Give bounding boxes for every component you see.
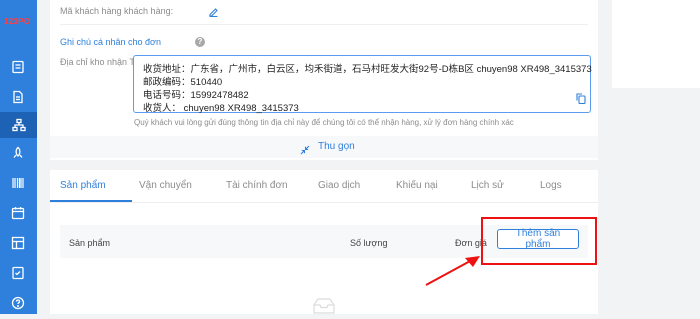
- copy-icon[interactable]: [576, 91, 586, 109]
- tab-logs[interactable]: Logs: [540, 180, 562, 191]
- highlight-box: [481, 217, 597, 265]
- tabs-divider: [50, 202, 598, 203]
- customer-code-label: Mã khách hàng khách hàng:: [60, 6, 174, 16]
- collapse-label: Thu gọn: [318, 141, 355, 152]
- edit-pencil-icon[interactable]: [208, 4, 219, 22]
- grid-icon[interactable]: [10, 235, 26, 251]
- tab-order-finance[interactable]: Tài chính đơn: [226, 180, 288, 191]
- sidebar: 123PO: [0, 0, 37, 314]
- checklist-icon[interactable]: [10, 265, 26, 281]
- divider: [60, 24, 588, 25]
- column-header-quantity: Số lượng: [350, 238, 388, 248]
- help-icon[interactable]: [10, 295, 26, 311]
- address-hint: Quý khách vui lòng gửi đúng thông tin đị…: [134, 118, 514, 127]
- address-line: 收货地址：广东省，广州市，白云区，均禾街道，石马村旺发大街92号-D栋B区 ch…: [143, 64, 592, 75]
- calendar-icon[interactable]: [10, 205, 26, 221]
- address-line: 收货人： chuyen98 XR498_3415373: [143, 103, 299, 114]
- list-icon[interactable]: [10, 59, 26, 75]
- help-circle-icon[interactable]: ?: [195, 37, 205, 47]
- tab-shipping[interactable]: Vận chuyển: [139, 180, 192, 191]
- collapse-bar[interactable]: Thu gọn: [50, 136, 598, 158]
- network-icon[interactable]: [0, 112, 37, 138]
- warehouse-address-box[interactable]: 收货地址：广东省，广州市，白云区，均禾街道，石马村旺发大街92号-D栋B区 ch…: [133, 55, 592, 114]
- address-line: 电话号码：15992478482: [143, 90, 249, 101]
- address-line: 邮政编码：510440: [143, 77, 223, 88]
- empty-box-icon: [312, 297, 336, 319]
- annotation-arrow: [425, 256, 480, 286]
- warehouse-address-label: Địa chỉ kho nhận TQ:: [60, 57, 145, 67]
- document-icon[interactable]: [10, 89, 26, 105]
- column-header-product: Sản phẩm: [69, 238, 111, 248]
- collapse-arrows-icon: [300, 142, 310, 160]
- tab-complaints[interactable]: Khiếu nại: [396, 180, 438, 191]
- tab-products[interactable]: Sản phẩm: [60, 180, 106, 191]
- side-panel: [612, 0, 700, 88]
- tab-history[interactable]: Lịch sử: [471, 180, 504, 191]
- tab-transactions[interactable]: Giao dịch: [318, 180, 360, 191]
- rocket-icon[interactable]: [10, 145, 26, 161]
- app-logo: 123PO: [4, 17, 31, 26]
- private-note-link[interactable]: Ghi chú cá nhân cho đơn: [60, 37, 161, 47]
- barcode-icon[interactable]: [10, 175, 26, 191]
